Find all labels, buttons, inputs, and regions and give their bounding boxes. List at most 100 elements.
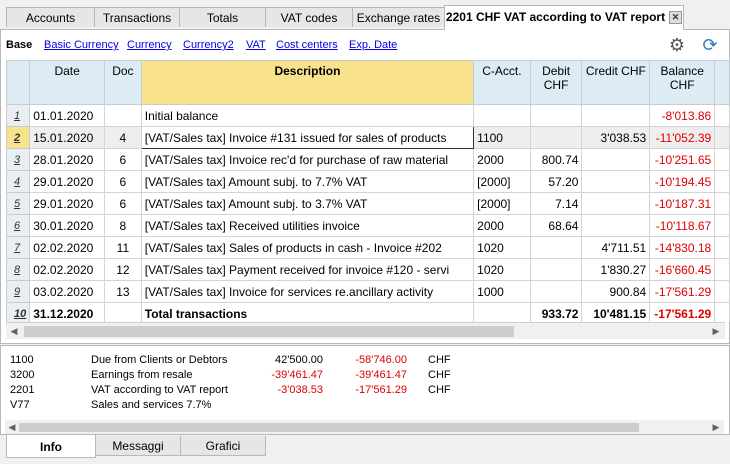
cell-date[interactable]: 29.01.2020 [29, 170, 106, 193]
cell-balance[interactable]: -14'830.18 [649, 236, 716, 259]
cell-description[interactable]: [VAT/Sales tax] Amount subj. to 3.7% VAT [140, 192, 475, 215]
cell-date[interactable]: 02.02.2020 [29, 258, 106, 281]
cell-doc[interactable]: 6 [104, 170, 142, 193]
scroll-right-icon[interactable]: ▶ [710, 421, 722, 433]
row-number[interactable]: 10 [6, 302, 31, 322]
cell-date[interactable]: 03.02.2020 [29, 280, 106, 303]
cell-c-acct[interactable]: 1100 [473, 126, 531, 149]
cell-doc[interactable]: 6 [104, 148, 142, 171]
cell-balance-total[interactable]: -17'561.29 [649, 302, 716, 322]
cell-description[interactable]: [VAT/Sales tax] Invoice rec'd for purcha… [140, 148, 475, 171]
table-row[interactable]: 4 29.01.2020 6 [VAT/Sales tax] Amount su… [6, 170, 730, 193]
cell-credit[interactable]: 900.84 [581, 280, 651, 303]
cell-description[interactable]: Initial balance [140, 104, 475, 127]
cell-debit[interactable]: 68.64 [529, 214, 583, 237]
table-row[interactable]: 9 03.02.2020 13 [VAT/Sales tax] Invoice … [6, 280, 730, 303]
cell-date[interactable]: 30.01.2020 [29, 214, 106, 237]
cell-doc[interactable]: 11 [104, 236, 142, 259]
row-number[interactable]: 7 [6, 236, 31, 259]
cell-debit[interactable] [529, 104, 583, 127]
cell-debit[interactable] [529, 236, 583, 259]
cell-credit-total[interactable]: 10'481.15 [581, 302, 651, 322]
cell-description[interactable]: [VAT/Sales tax] Sales of products in cas… [140, 236, 475, 259]
table-row[interactable]: 7 02.02.2020 11 [VAT/Sales tax] Sales of… [6, 236, 730, 259]
cell-credit[interactable] [581, 148, 651, 171]
cell-debit[interactable]: 800.74 [529, 148, 583, 171]
cell-doc[interactable]: 8 [104, 214, 142, 237]
cell-description-current[interactable]: [VAT/Sales tax] Invoice #131 issued for … [140, 126, 475, 149]
cell-debit[interactable] [529, 258, 583, 281]
cell-c-acct[interactable]: 1020 [473, 236, 531, 259]
cell-description[interactable]: [VAT/Sales tax] Payment received for inv… [140, 258, 475, 281]
view-exp-date[interactable]: Exp. Date [349, 39, 397, 51]
scroll-left-icon[interactable]: ◀ [6, 421, 18, 433]
cell-doc[interactable] [104, 302, 142, 322]
cell-credit[interactable]: 4'711.51 [581, 236, 651, 259]
refresh-icon[interactable]: ⟳ [699, 34, 721, 56]
row-number[interactable]: 1 [6, 104, 31, 127]
cell-balance[interactable]: -8'013.86 [649, 104, 716, 127]
column-header-credit[interactable]: Credit CHF [581, 60, 651, 105]
scroll-left-icon[interactable]: ◀ [8, 325, 20, 337]
table-row[interactable]: 1 01.01.2020 Initial balance -8'013.86 [6, 104, 730, 127]
cell-date[interactable]: 01.01.2020 [29, 104, 106, 127]
cell-balance[interactable]: -17'561.29 [649, 280, 716, 303]
view-cost-centers[interactable]: Cost centers [276, 39, 338, 51]
cell-description[interactable]: Total transactions [140, 302, 475, 322]
tab-messaggi[interactable]: Messaggi [95, 436, 181, 456]
cell-debit[interactable] [529, 126, 583, 149]
gear-icon[interactable]: ⚙ [666, 34, 688, 56]
view-currency[interactable]: Currency [127, 39, 172, 51]
table-row[interactable]: 3 28.01.2020 6 [VAT/Sales tax] Invoice r… [6, 148, 730, 171]
cell-date[interactable]: 29.01.2020 [29, 192, 106, 215]
cell-doc[interactable] [104, 104, 142, 127]
row-number[interactable]: 6 [6, 214, 31, 237]
cell-balance[interactable]: -11'052.39 [649, 126, 716, 149]
cell-c-acct[interactable]: 1020 [473, 258, 531, 281]
view-base[interactable]: Base [6, 39, 32, 51]
scrollbar-thumb[interactable] [24, 326, 514, 337]
cell-balance[interactable]: -10'194.45 [649, 170, 716, 193]
row-number[interactable]: 2 [6, 126, 31, 149]
cell-credit[interactable]: 1'830.27 [581, 258, 651, 281]
total-row[interactable]: 10 31.12.2020 Total transactions 933.72 … [6, 302, 730, 322]
column-header-debit[interactable]: Debit CHF [529, 60, 583, 105]
cell-balance[interactable]: -10'118.67 [649, 214, 716, 237]
close-tab-icon[interactable]: ✕ [669, 11, 683, 25]
cell-c-acct[interactable]: [2000] [473, 192, 531, 215]
table-row[interactable]: 6 30.01.2020 8 [VAT/Sales tax] Received … [6, 214, 730, 237]
cell-c-acct[interactable]: 2000 [473, 214, 531, 237]
cell-balance[interactable]: -10'251.65 [649, 148, 716, 171]
cell-debit-total[interactable]: 933.72 [529, 302, 583, 322]
column-header-date[interactable]: Date [29, 60, 106, 105]
cell-c-acct[interactable]: 1000 [473, 280, 531, 303]
tab-account-card-2201[interactable]: 2201 CHF VAT according to VAT report ✕ [444, 5, 684, 30]
cell-credit[interactable] [581, 104, 651, 127]
row-number[interactable]: 5 [6, 192, 31, 215]
cell-debit[interactable]: 7.14 [529, 192, 583, 215]
table-row[interactable]: 5 29.01.2020 6 [VAT/Sales tax] Amount su… [6, 192, 730, 215]
cell-debit[interactable] [529, 280, 583, 303]
cell-doc[interactable]: 13 [104, 280, 142, 303]
tab-exchange-rates[interactable]: Exchange rates [352, 7, 445, 27]
cell-credit[interactable] [581, 214, 651, 237]
info-horizontal-scrollbar[interactable]: ◀ ▶ [5, 420, 724, 434]
tab-transactions[interactable]: Transactions [94, 7, 180, 27]
view-basic-currency[interactable]: Basic Currency [44, 39, 119, 51]
cell-balance[interactable]: -10'187.31 [649, 192, 716, 215]
cell-description[interactable]: [VAT/Sales tax] Received utilities invoi… [140, 214, 475, 237]
cell-balance[interactable]: -16'660.45 [649, 258, 716, 281]
cell-credit[interactable] [581, 192, 651, 215]
row-number[interactable]: 4 [6, 170, 31, 193]
cell-date[interactable]: 31.12.2020 [29, 302, 106, 322]
table-row[interactable]: 8 02.02.2020 12 [VAT/Sales tax] Payment … [6, 258, 730, 281]
cell-doc[interactable]: 4 [104, 126, 142, 149]
tab-info[interactable]: Info [6, 435, 96, 458]
scroll-right-icon[interactable]: ▶ [710, 325, 722, 337]
cell-date[interactable]: 02.02.2020 [29, 236, 106, 259]
tab-vat-codes[interactable]: VAT codes [265, 7, 353, 27]
cell-debit[interactable]: 57.20 [529, 170, 583, 193]
table-row-selected[interactable]: 2 15.01.2020 4 [VAT/Sales tax] Invoice #… [6, 126, 730, 149]
column-header-c-acct[interactable]: C-Acct. [473, 60, 531, 105]
cell-description[interactable]: [VAT/Sales tax] Amount subj. to 7.7% VAT [140, 170, 475, 193]
